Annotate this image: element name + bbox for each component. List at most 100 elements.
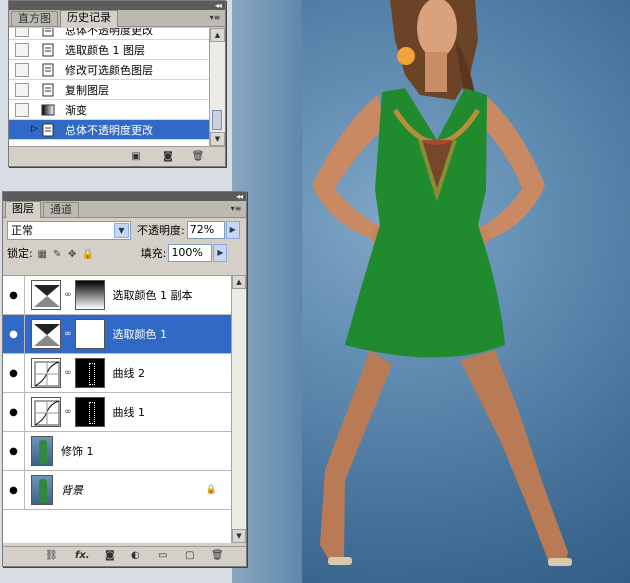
eye-icon[interactable]: ● [3, 393, 25, 431]
layers-scrollbar[interactable]: ▲ ▼ [231, 275, 246, 543]
scroll-up-icon[interactable]: ▲ [232, 275, 246, 289]
history-item[interactable]: 总体不透明度更改 [9, 28, 209, 40]
chevron-down-icon[interactable]: ▼ [114, 222, 129, 238]
history-scrollbar[interactable]: ▲ ▼ [209, 28, 225, 146]
lock-icons: ▦ ✎ ✥ 🔒 [33, 247, 94, 260]
layer-mask-thumbnail[interactable] [74, 358, 105, 388]
curves-thumbnail[interactable] [31, 358, 61, 388]
trash-icon[interactable]: 🗑 [191, 150, 205, 163]
eye-icon[interactable]: ● [3, 471, 25, 509]
layer-row[interactable]: ● 修饰 1 [3, 432, 231, 471]
curves-thumbnail[interactable] [31, 397, 61, 427]
tab-channels[interactable]: 通道 [43, 202, 79, 217]
history-state-arrow-icon: ▷ [31, 124, 38, 134]
layer-row[interactable]: ● ∞ 曲线 2 [3, 354, 231, 393]
layer-mask-thumbnail[interactable] [74, 319, 105, 349]
fx-icon[interactable]: fx. [75, 550, 90, 561]
snapshot-checkbox[interactable] [15, 82, 29, 97]
layer-thumbnail[interactable] [31, 475, 53, 505]
chain-link-icon[interactable]: ∞ [64, 329, 72, 339]
fill-input[interactable]: 100% [168, 244, 213, 262]
fill-slider-toggle-icon[interactable]: ▶ [213, 244, 228, 262]
snapshot-checkbox[interactable] [15, 62, 29, 77]
group-icon[interactable]: ▭ [158, 550, 167, 561]
blend-mode-select[interactable]: 正常 ▼ [7, 220, 131, 240]
history-list: 总体不透明度更改 选取颜色 1 图层 修改可选颜色图层 复制图层 渐变 ▷ 总体… [9, 28, 209, 146]
layer-name[interactable]: 背景 [61, 482, 83, 498]
blend-mode-value: 正常 [11, 224, 33, 237]
history-item-current[interactable]: ▷ 总体不透明度更改 [9, 120, 209, 140]
history-item[interactable]: 复制图层 [9, 80, 209, 100]
lock-position-icon[interactable]: ✥ [67, 249, 78, 260]
link-icon[interactable]: ⛓ [45, 550, 58, 561]
panel-menu-icon[interactable]: ▾≡ [229, 204, 243, 213]
adjustment-thumbnail[interactable] [31, 319, 61, 349]
layers-tabs: 图层 通道 ▾≡ [3, 201, 246, 218]
tab-history[interactable]: 历史记录 [60, 10, 118, 27]
camera-snapshot-icon[interactable]: ◙ [161, 150, 175, 163]
layers-titlebar[interactable]: ◂◂ [3, 192, 246, 201]
lock-transparent-icon[interactable]: ▦ [37, 249, 48, 260]
eye-icon[interactable]: ● [3, 354, 25, 392]
history-item-label: 复制图层 [65, 83, 109, 97]
adjustment-icon[interactable]: ◐ [131, 550, 140, 561]
history-tabs: 直方图 历史记录 ▾≡ [9, 10, 225, 27]
layer-mask-thumbnail[interactable] [74, 397, 105, 427]
opacity-slider-toggle-icon[interactable]: ▶ [225, 221, 240, 239]
opacity-label: 不透明度: [137, 224, 185, 237]
adjustment-thumbnail[interactable] [31, 280, 61, 310]
scroll-down-icon[interactable]: ▼ [210, 132, 225, 146]
new-document-from-state-icon[interactable]: ▣ [129, 150, 143, 163]
snapshot-checkbox[interactable] [15, 28, 29, 37]
scroll-up-icon[interactable]: ▲ [210, 28, 225, 42]
layer-name[interactable]: 曲线 1 [113, 404, 146, 420]
layer-name[interactable]: 修饰 1 [61, 443, 94, 459]
chain-link-icon[interactable]: ∞ [64, 368, 72, 378]
lock-icon: 🔒 [205, 485, 217, 495]
layer-name[interactable]: 曲线 2 [113, 365, 146, 381]
layer-list: ● ∞ 选取颜色 1 副本 ● ∞ 选取颜色 1 ● ∞ 曲线 2 ● ∞ 曲线… [3, 275, 231, 543]
history-item[interactable]: 选取颜色 1 图层 [9, 40, 209, 60]
chain-link-icon[interactable]: ∞ [64, 407, 72, 417]
mask-icon[interactable]: ◙ [105, 550, 115, 561]
snapshot-checkbox[interactable] [15, 42, 29, 57]
panel-menu-icon[interactable]: ▾≡ [208, 13, 222, 22]
tab-histogram[interactable]: 直方图 [11, 11, 58, 26]
eye-icon[interactable]: ● [3, 276, 25, 314]
history-state-icon [42, 28, 54, 36]
history-item[interactable]: 修改可选颜色图层 [9, 60, 209, 80]
scroll-thumb[interactable] [212, 110, 222, 130]
new-layer-icon[interactable]: ▢ [185, 550, 194, 561]
fill-label: 填充: [140, 247, 167, 260]
lock-all-icon[interactable]: 🔒 [82, 249, 94, 260]
history-state-icon [42, 83, 54, 96]
history-item-label: 修改可选颜色图层 [65, 63, 153, 77]
layer-row-selected[interactable]: ● ∞ 选取颜色 1 [3, 315, 231, 354]
eye-icon[interactable]: ● [3, 432, 25, 470]
collapse-icon[interactable]: ◂◂ [236, 192, 243, 201]
snapshot-checkbox[interactable] [15, 102, 29, 117]
history-item[interactable]: 渐变 [9, 100, 209, 120]
history-item-label: 总体不透明度更改 [65, 28, 153, 37]
layer-row[interactable]: ● 背景 🔒 [3, 471, 231, 510]
gradient-icon [41, 104, 55, 115]
trash-icon[interactable]: 🗑 [211, 550, 224, 561]
layer-name[interactable]: 选取颜色 1 [113, 326, 168, 342]
chain-link-icon[interactable]: ∞ [64, 290, 72, 300]
opacity-input[interactable]: 72% [186, 221, 225, 239]
layer-row[interactable]: ● ∞ 选取颜色 1 副本 [3, 276, 231, 315]
layer-thumbnail[interactable] [31, 436, 53, 466]
tab-layers[interactable]: 图层 [5, 201, 41, 218]
layer-name[interactable]: 选取颜色 1 副本 [113, 287, 193, 303]
layer-row[interactable]: ● ∞ 曲线 1 [3, 393, 231, 432]
snapshot-checkbox[interactable] [15, 122, 29, 137]
history-titlebar[interactable]: ◂◂ [9, 1, 225, 10]
collapse-icon[interactable]: ◂◂ [215, 1, 222, 10]
history-item-label: 选取颜色 1 图层 [65, 43, 145, 57]
layer-mask-thumbnail[interactable] [74, 280, 105, 310]
eye-icon[interactable]: ● [3, 315, 25, 353]
history-state-icon [42, 43, 54, 56]
scroll-down-icon[interactable]: ▼ [232, 529, 246, 543]
lock-image-icon[interactable]: ✎ [52, 249, 63, 260]
history-item-label: 总体不透明度更改 [65, 123, 153, 137]
